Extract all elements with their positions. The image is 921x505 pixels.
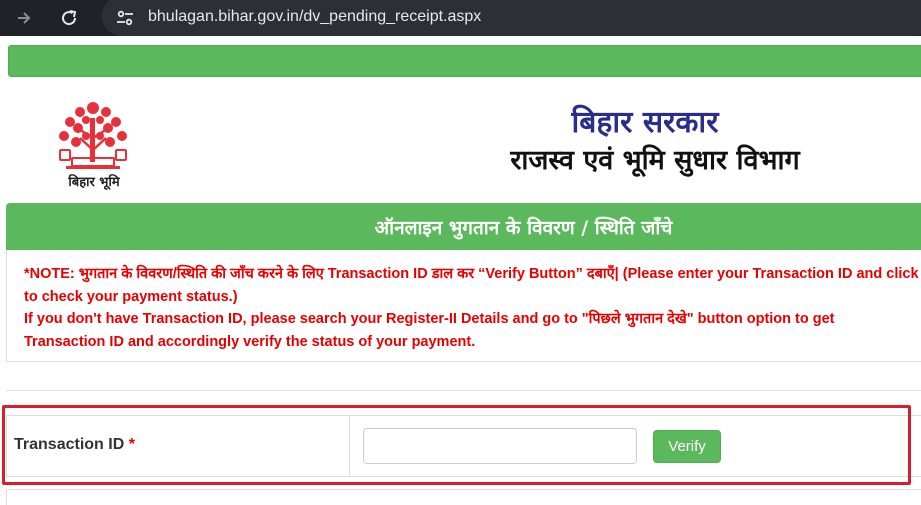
reload-icon: [62, 10, 77, 26]
arrow-right-icon: [18, 12, 31, 24]
top-nav-bar: [8, 45, 921, 77]
tune-icon: [117, 10, 133, 26]
government-title: बिहार सरकार: [571, 105, 719, 140]
section-title: ऑनलाइन भुगतान के विवरण / स्थिति जाँचे: [374, 216, 673, 239]
department-title: राजस्व एवं भूमि सुधार विभाग: [510, 145, 800, 176]
logo-caption: बिहार भूमि: [68, 175, 120, 190]
forward-button[interactable]: [10, 4, 38, 32]
section-header: ऑनलाइन भुगतान के विवरण / स्थिति जाँचे: [6, 203, 921, 250]
highlight-box: [2, 405, 911, 485]
next-row: [6, 489, 921, 505]
note-line-1: *NOTE: भुगतान के विवरण/स्थिति की जाँच कर…: [24, 266, 921, 282]
note-line-3: If you don't have Transaction ID, please…: [24, 311, 835, 327]
note-line-2: to check your payment status.): [24, 288, 238, 305]
site-info-button[interactable]: [110, 3, 140, 33]
url-text[interactable]: bhulagan.bihar.gov.in/dv_pending_receipt…: [148, 8, 481, 26]
reload-button[interactable]: [55, 4, 83, 32]
divider: [6, 390, 921, 391]
note-line-4: Transaction ID and accordingly verify th…: [24, 333, 476, 350]
note-text: *NOTE: भुगतान के विवरण/स्थिति की जाँच कर…: [24, 263, 921, 353]
